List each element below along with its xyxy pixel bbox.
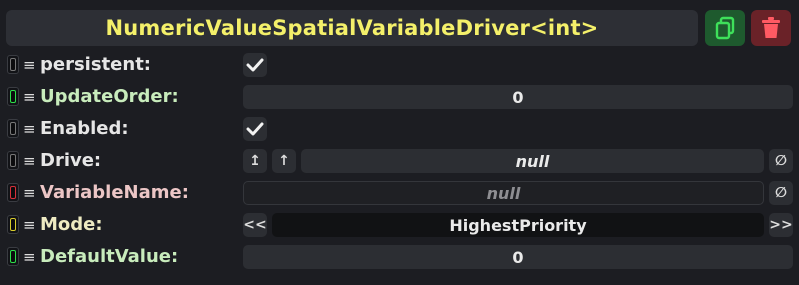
field-update-order: ≡ UpdateOrder: 0: [0, 84, 799, 110]
field-indicator[interactable]: [7, 247, 19, 266]
drag-handle-icon[interactable]: ≡: [23, 120, 36, 138]
update-order-input[interactable]: 0: [243, 85, 793, 109]
field-mode: ≡ Mode: << HighestPriority >>: [0, 212, 799, 238]
field-label: Mode:: [40, 214, 103, 235]
mode-previous-button[interactable]: <<: [243, 213, 267, 237]
field-persistent: ≡ persistent:: [0, 52, 799, 78]
field-label: VariableName:: [40, 182, 189, 203]
field-variable-name: ≡ VariableName: null ∅: [0, 180, 799, 206]
default-value-input[interactable]: 0: [243, 245, 793, 269]
field-indicator[interactable]: [7, 55, 19, 74]
drag-handle-icon[interactable]: ≡: [23, 56, 36, 74]
field-label: Enabled:: [40, 118, 129, 139]
field-label: UpdateOrder:: [40, 86, 179, 107]
mode-next-button[interactable]: >>: [769, 213, 793, 237]
drag-handle-icon[interactable]: ≡: [23, 216, 36, 234]
field-indicator[interactable]: [7, 215, 19, 234]
drag-handle-icon[interactable]: ≡: [23, 184, 36, 202]
checkmark-icon: [246, 122, 264, 136]
field-enabled: ≡ Enabled:: [0, 116, 799, 142]
trash-icon: [762, 17, 780, 38]
variable-name-clear-button[interactable]: ∅: [769, 181, 793, 205]
field-indicator[interactable]: [7, 151, 19, 170]
drag-handle-icon[interactable]: ≡: [23, 248, 36, 266]
enabled-checkbox[interactable]: [243, 117, 267, 141]
drag-handle-icon[interactable]: ≡: [23, 88, 36, 106]
field-label: DefaultValue:: [40, 246, 179, 267]
jump-to-target-button[interactable]: ↥: [243, 149, 267, 173]
mode-value[interactable]: HighestPriority: [272, 213, 764, 237]
drive-reference-field[interactable]: null: [301, 149, 764, 173]
checkmark-icon: [246, 58, 264, 72]
go-up-button[interactable]: ↑: [272, 149, 296, 173]
field-indicator[interactable]: [7, 87, 19, 106]
duplicate-button[interactable]: [705, 10, 745, 46]
duplicate-icon: [715, 16, 735, 40]
persistent-checkbox[interactable]: [243, 53, 267, 77]
component-title[interactable]: NumericValueSpatialVariableDriver<int>: [6, 10, 698, 46]
field-indicator[interactable]: [7, 119, 19, 138]
drive-clear-button[interactable]: ∅: [769, 149, 793, 173]
field-indicator[interactable]: [7, 183, 19, 202]
field-label: persistent:: [40, 54, 151, 75]
drag-handle-icon[interactable]: ≡: [23, 152, 36, 170]
variable-name-input[interactable]: null: [243, 181, 764, 205]
delete-button[interactable]: [751, 10, 791, 46]
field-drive: ≡ Drive: ↥ ↑ null ∅: [0, 148, 799, 174]
field-default-value: ≡ DefaultValue: 0: [0, 244, 799, 270]
field-label: Drive:: [40, 150, 102, 171]
